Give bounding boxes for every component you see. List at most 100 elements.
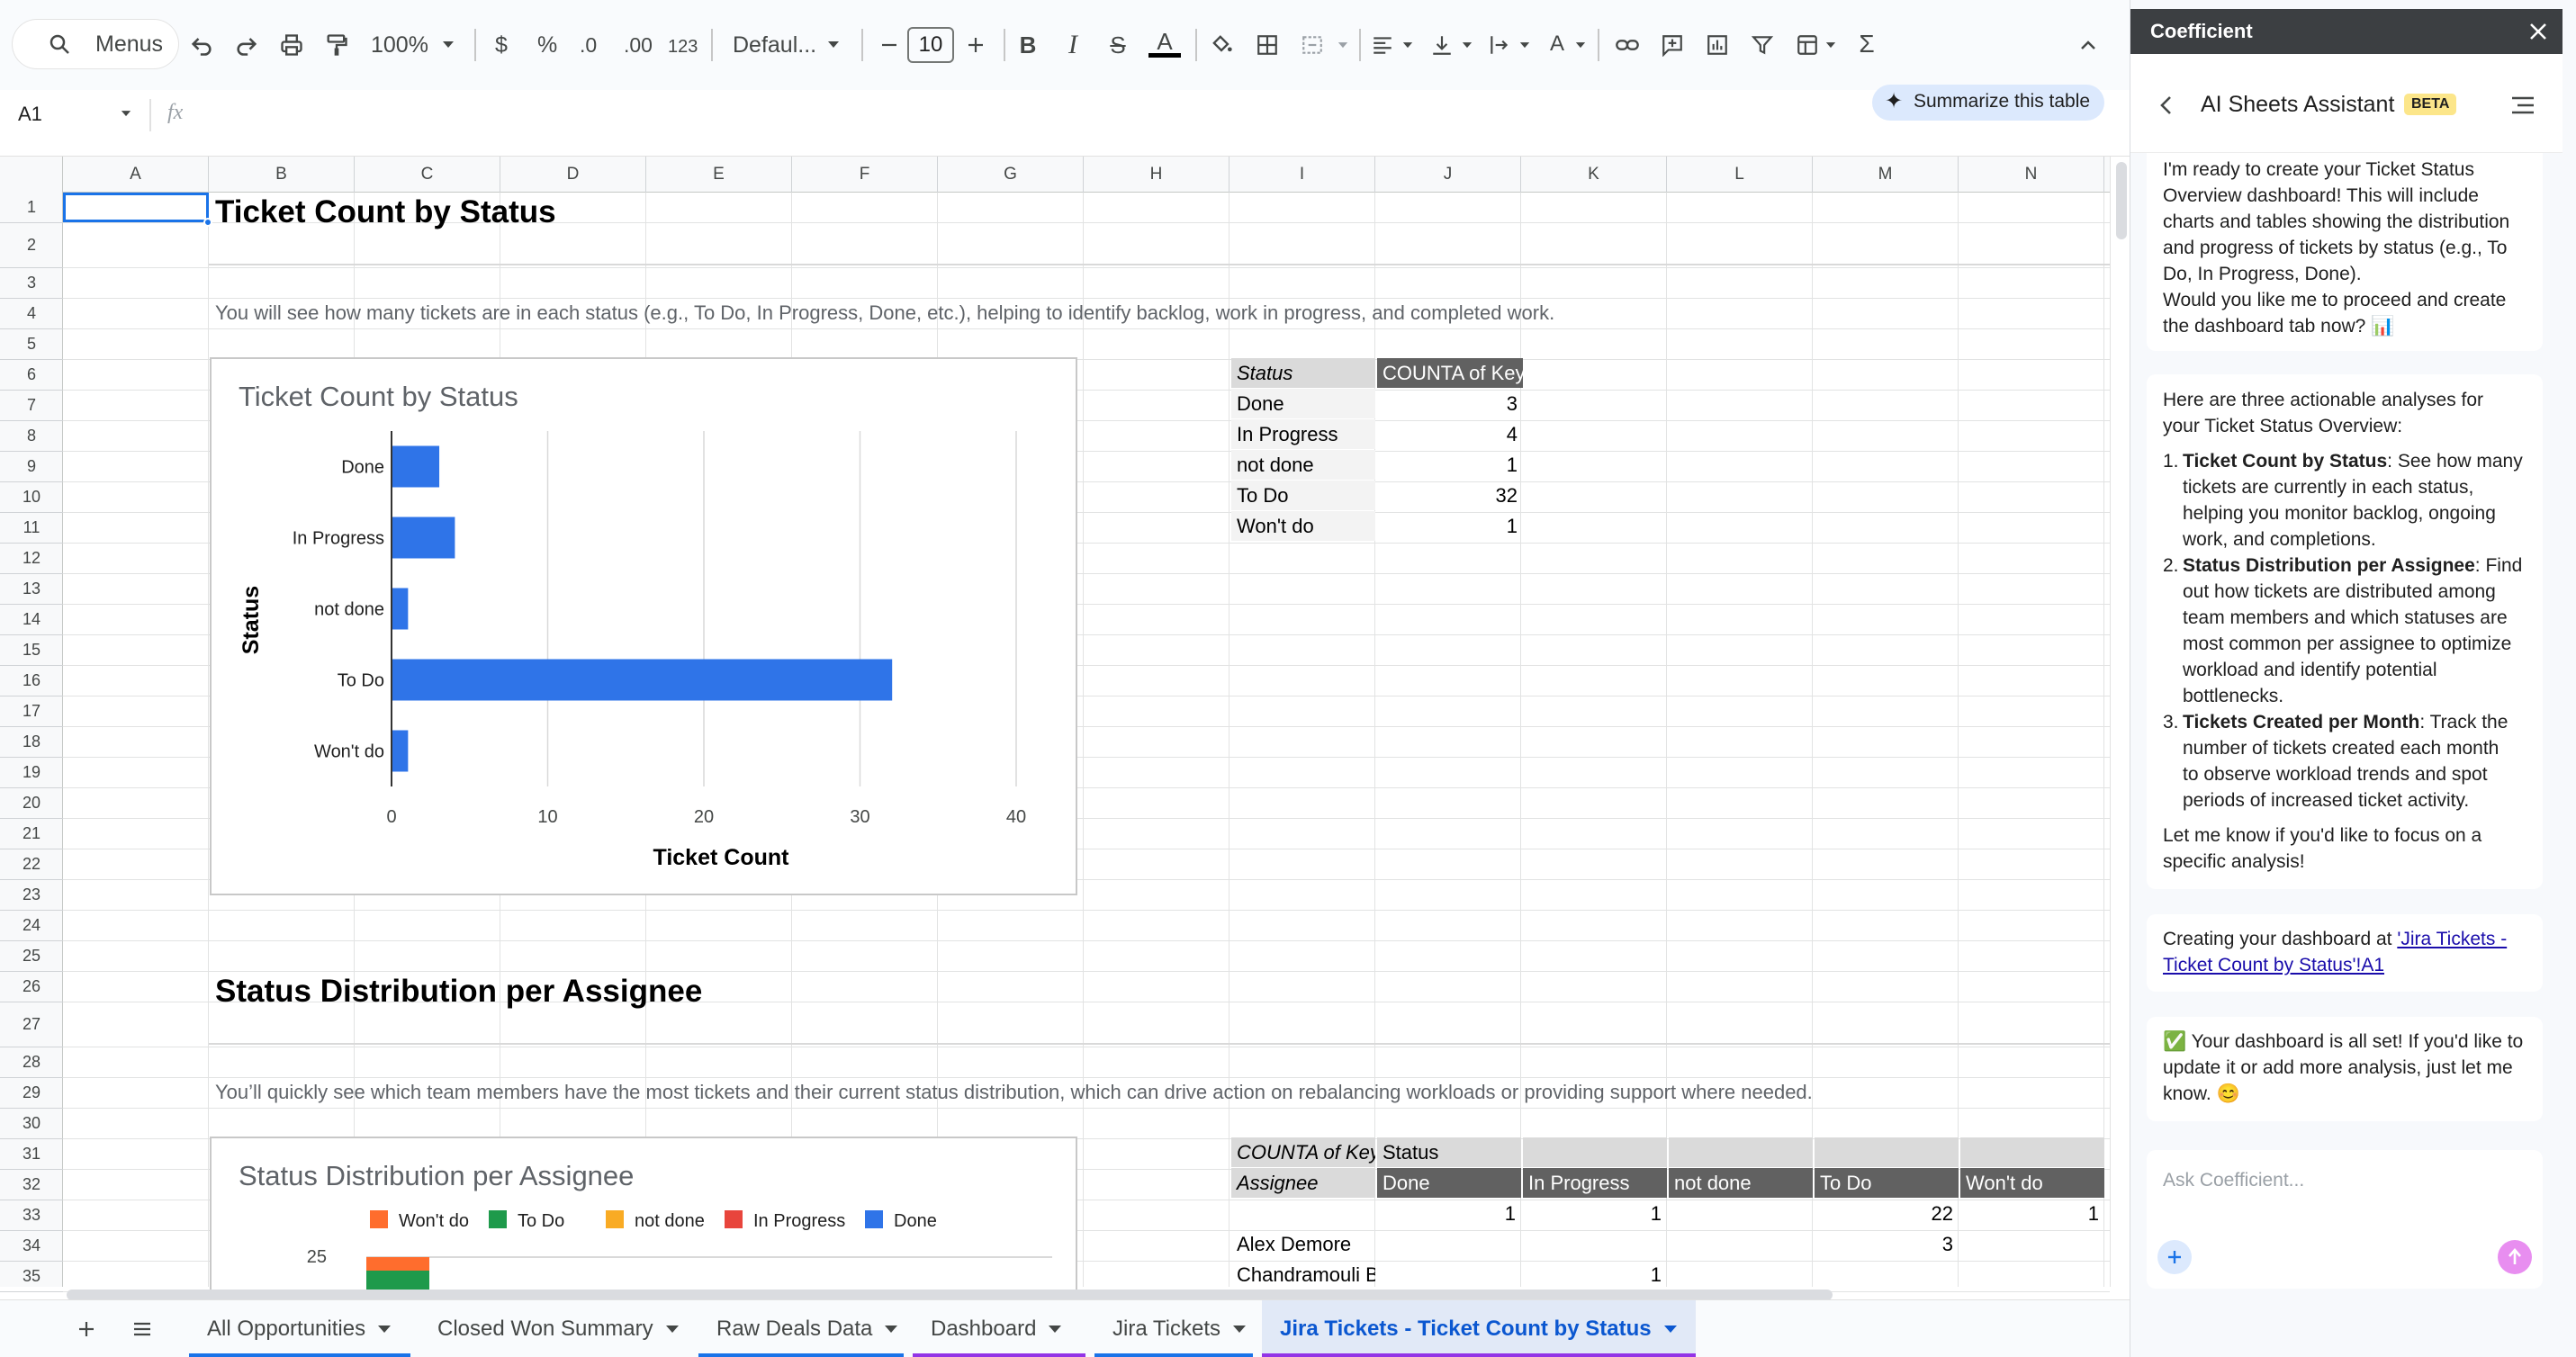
pivot-value-cell[interactable] (1377, 1260, 1521, 1290)
pivot-value-cell[interactable]: 22 (1815, 1199, 1959, 1228)
all-sheets-icon[interactable] (126, 1313, 158, 1345)
pivot-value-cell[interactable] (1960, 1260, 2104, 1290)
vertical-align-icon[interactable] (1426, 29, 1458, 61)
print-icon[interactable] (275, 29, 308, 61)
row-header-6[interactable]: 6 (0, 360, 63, 391)
sheet-tab[interactable]: Dashboard (913, 1300, 1085, 1357)
add-attachment-icon[interactable] (2157, 1240, 2192, 1274)
increase-decimal-button[interactable]: .00 (624, 31, 653, 58)
zoom-select[interactable]: 100% (371, 31, 428, 58)
functions-icon[interactable]: Σ (1851, 27, 1883, 61)
pivot-value-cell[interactable]: 1 (1523, 1199, 1667, 1228)
row-header-1[interactable]: 1 (0, 193, 63, 223)
pivot-header-status-value[interactable]: Done (1377, 1168, 1521, 1198)
row-header-34[interactable]: 34 (0, 1231, 63, 1262)
status-pivot-table[interactable]: Status COUNTA of Key Done 3 In Progress 4 no… (1231, 358, 1523, 542)
pivot-value-cell[interactable]: 1 (1960, 1199, 2104, 1228)
name-box[interactable]: A1 (18, 103, 42, 126)
dashboard-link-cont[interactable]: Ticket Count by Status'!A1 (2163, 955, 2384, 975)
font-select[interactable]: Defaul... (733, 31, 816, 58)
chevron-down-icon[interactable] (1049, 1326, 1062, 1333)
row-header-20[interactable]: 20 (0, 788, 63, 819)
borders-icon[interactable] (1251, 29, 1283, 61)
pivot-value-cell[interactable]: 3 (1815, 1229, 1959, 1259)
decrease-decimal-button[interactable]: .0 (580, 31, 597, 58)
pivot-count-cell[interactable]: 1 (1377, 450, 1523, 480)
row-header-17[interactable]: 17 (0, 696, 63, 727)
pivot-header-empty[interactable] (1960, 1137, 2104, 1167)
column-header-c[interactable]: C (355, 157, 500, 193)
row-header-15[interactable]: 15 (0, 635, 63, 666)
align-left-icon[interactable] (1366, 29, 1399, 61)
row-header-18[interactable]: 18 (0, 727, 63, 758)
row-header-14[interactable]: 14 (0, 605, 63, 635)
text-color-icon[interactable]: A (1147, 25, 1183, 61)
row-header-24[interactable]: 24 (0, 911, 63, 941)
row-header-31[interactable]: 31 (0, 1139, 63, 1170)
link-icon[interactable] (1611, 29, 1644, 61)
selected-cell-a1[interactable] (63, 193, 209, 222)
pivot-count-cell[interactable]: 32 (1377, 481, 1523, 510)
chevron-down-icon[interactable] (1518, 36, 1532, 54)
sheet-tab[interactable]: Closed Won Summary (419, 1300, 689, 1357)
row-header-2[interactable]: 2 (0, 223, 63, 268)
pivot-status-cell[interactable]: In Progress (1231, 419, 1375, 449)
number-format-button[interactable]: 123 (668, 33, 698, 60)
chevron-down-icon[interactable] (1336, 36, 1350, 54)
pivot-header-status-value[interactable]: To Do (1815, 1168, 1959, 1198)
chevron-down-icon[interactable] (1663, 1326, 1677, 1333)
chevron-down-icon[interactable] (824, 36, 842, 54)
pivot-header-status[interactable]: Status (1377, 1137, 1521, 1167)
chevron-down-icon[interactable] (1401, 36, 1415, 54)
chat-input-placeholder[interactable]: Ask Coefficient... (2163, 1170, 2304, 1191)
pivot-header-counta[interactable]: COUNTA of Key (1231, 1137, 1375, 1167)
pivot-header-assignee[interactable]: Assignee (1231, 1168, 1375, 1198)
pivot-assignee-cell[interactable]: Alex Demore (1231, 1229, 1375, 1259)
column-header-l[interactable]: L (1667, 157, 1813, 193)
chevron-down-icon[interactable] (1233, 1326, 1247, 1333)
row-header-8[interactable]: 8 (0, 421, 63, 452)
pivot-header-status-value[interactable]: In Progress (1523, 1168, 1667, 1198)
row-header-35[interactable]: 35 (0, 1262, 63, 1292)
column-header-m[interactable]: M (1813, 157, 1959, 193)
summarize-table-chip[interactable]: ✦ Summarize this table (1872, 85, 2104, 121)
row-header-11[interactable]: 11 (0, 513, 63, 544)
sheet-tab[interactable]: All Opportunities (189, 1300, 410, 1357)
pivot-assignee-cell[interactable]: Chandramouli BN (1231, 1260, 1375, 1290)
pivot-header-status[interactable]: Status (1231, 358, 1375, 388)
redo-icon[interactable] (230, 29, 263, 61)
vertical-scroll-thumb[interactable] (2116, 162, 2127, 239)
pivot-header-empty[interactable] (1669, 1137, 1813, 1167)
pivot-header-status-value[interactable]: not done (1669, 1168, 1813, 1198)
pivot-value-cell[interactable] (1669, 1199, 1813, 1228)
menu-icon[interactable] (2507, 90, 2539, 121)
chevron-down-icon[interactable] (885, 1326, 898, 1333)
bold-icon[interactable]: B (1012, 29, 1044, 61)
column-header-b[interactable]: B (209, 157, 355, 193)
column-header-j[interactable]: J (1375, 157, 1521, 193)
vertical-scrollbar[interactable] (2110, 157, 2130, 1287)
row-header-3[interactable]: 3 (0, 268, 63, 299)
pivot-assignee-cell[interactable] (1231, 1199, 1375, 1228)
merge-cells-icon[interactable] (1296, 29, 1329, 61)
chevron-down-icon[interactable] (1573, 36, 1588, 54)
row-header-27[interactable]: 27 (0, 1002, 63, 1047)
close-icon[interactable] (2523, 16, 2553, 47)
pivot-value-cell[interactable] (1815, 1260, 1959, 1290)
column-header-k[interactable]: K (1521, 157, 1667, 193)
text-wrap-icon[interactable] (1483, 29, 1516, 61)
add-sheet-icon[interactable] (70, 1313, 103, 1345)
chevron-down-icon[interactable] (1824, 36, 1838, 54)
filter-icon[interactable] (1746, 29, 1779, 61)
chevron-down-icon[interactable] (665, 1326, 679, 1333)
assignee-pivot-table[interactable]: COUNTA of Key Status Assignee Done In Progre… (1231, 1137, 2104, 1290)
sheet-tab[interactable]: Jira Tickets - Ticket Count by Status (1262, 1300, 1696, 1357)
fill-handle[interactable] (203, 218, 212, 227)
fill-color-icon[interactable] (1204, 27, 1238, 61)
column-header-i[interactable]: I (1229, 157, 1375, 193)
row-header-9[interactable]: 9 (0, 452, 63, 482)
pivot-count-cell[interactable]: 1 (1377, 511, 1523, 541)
pivot-status-cell[interactable]: To Do (1231, 481, 1375, 510)
pivot-count-cell[interactable]: 4 (1377, 419, 1523, 449)
row-header-5[interactable]: 5 (0, 329, 63, 360)
